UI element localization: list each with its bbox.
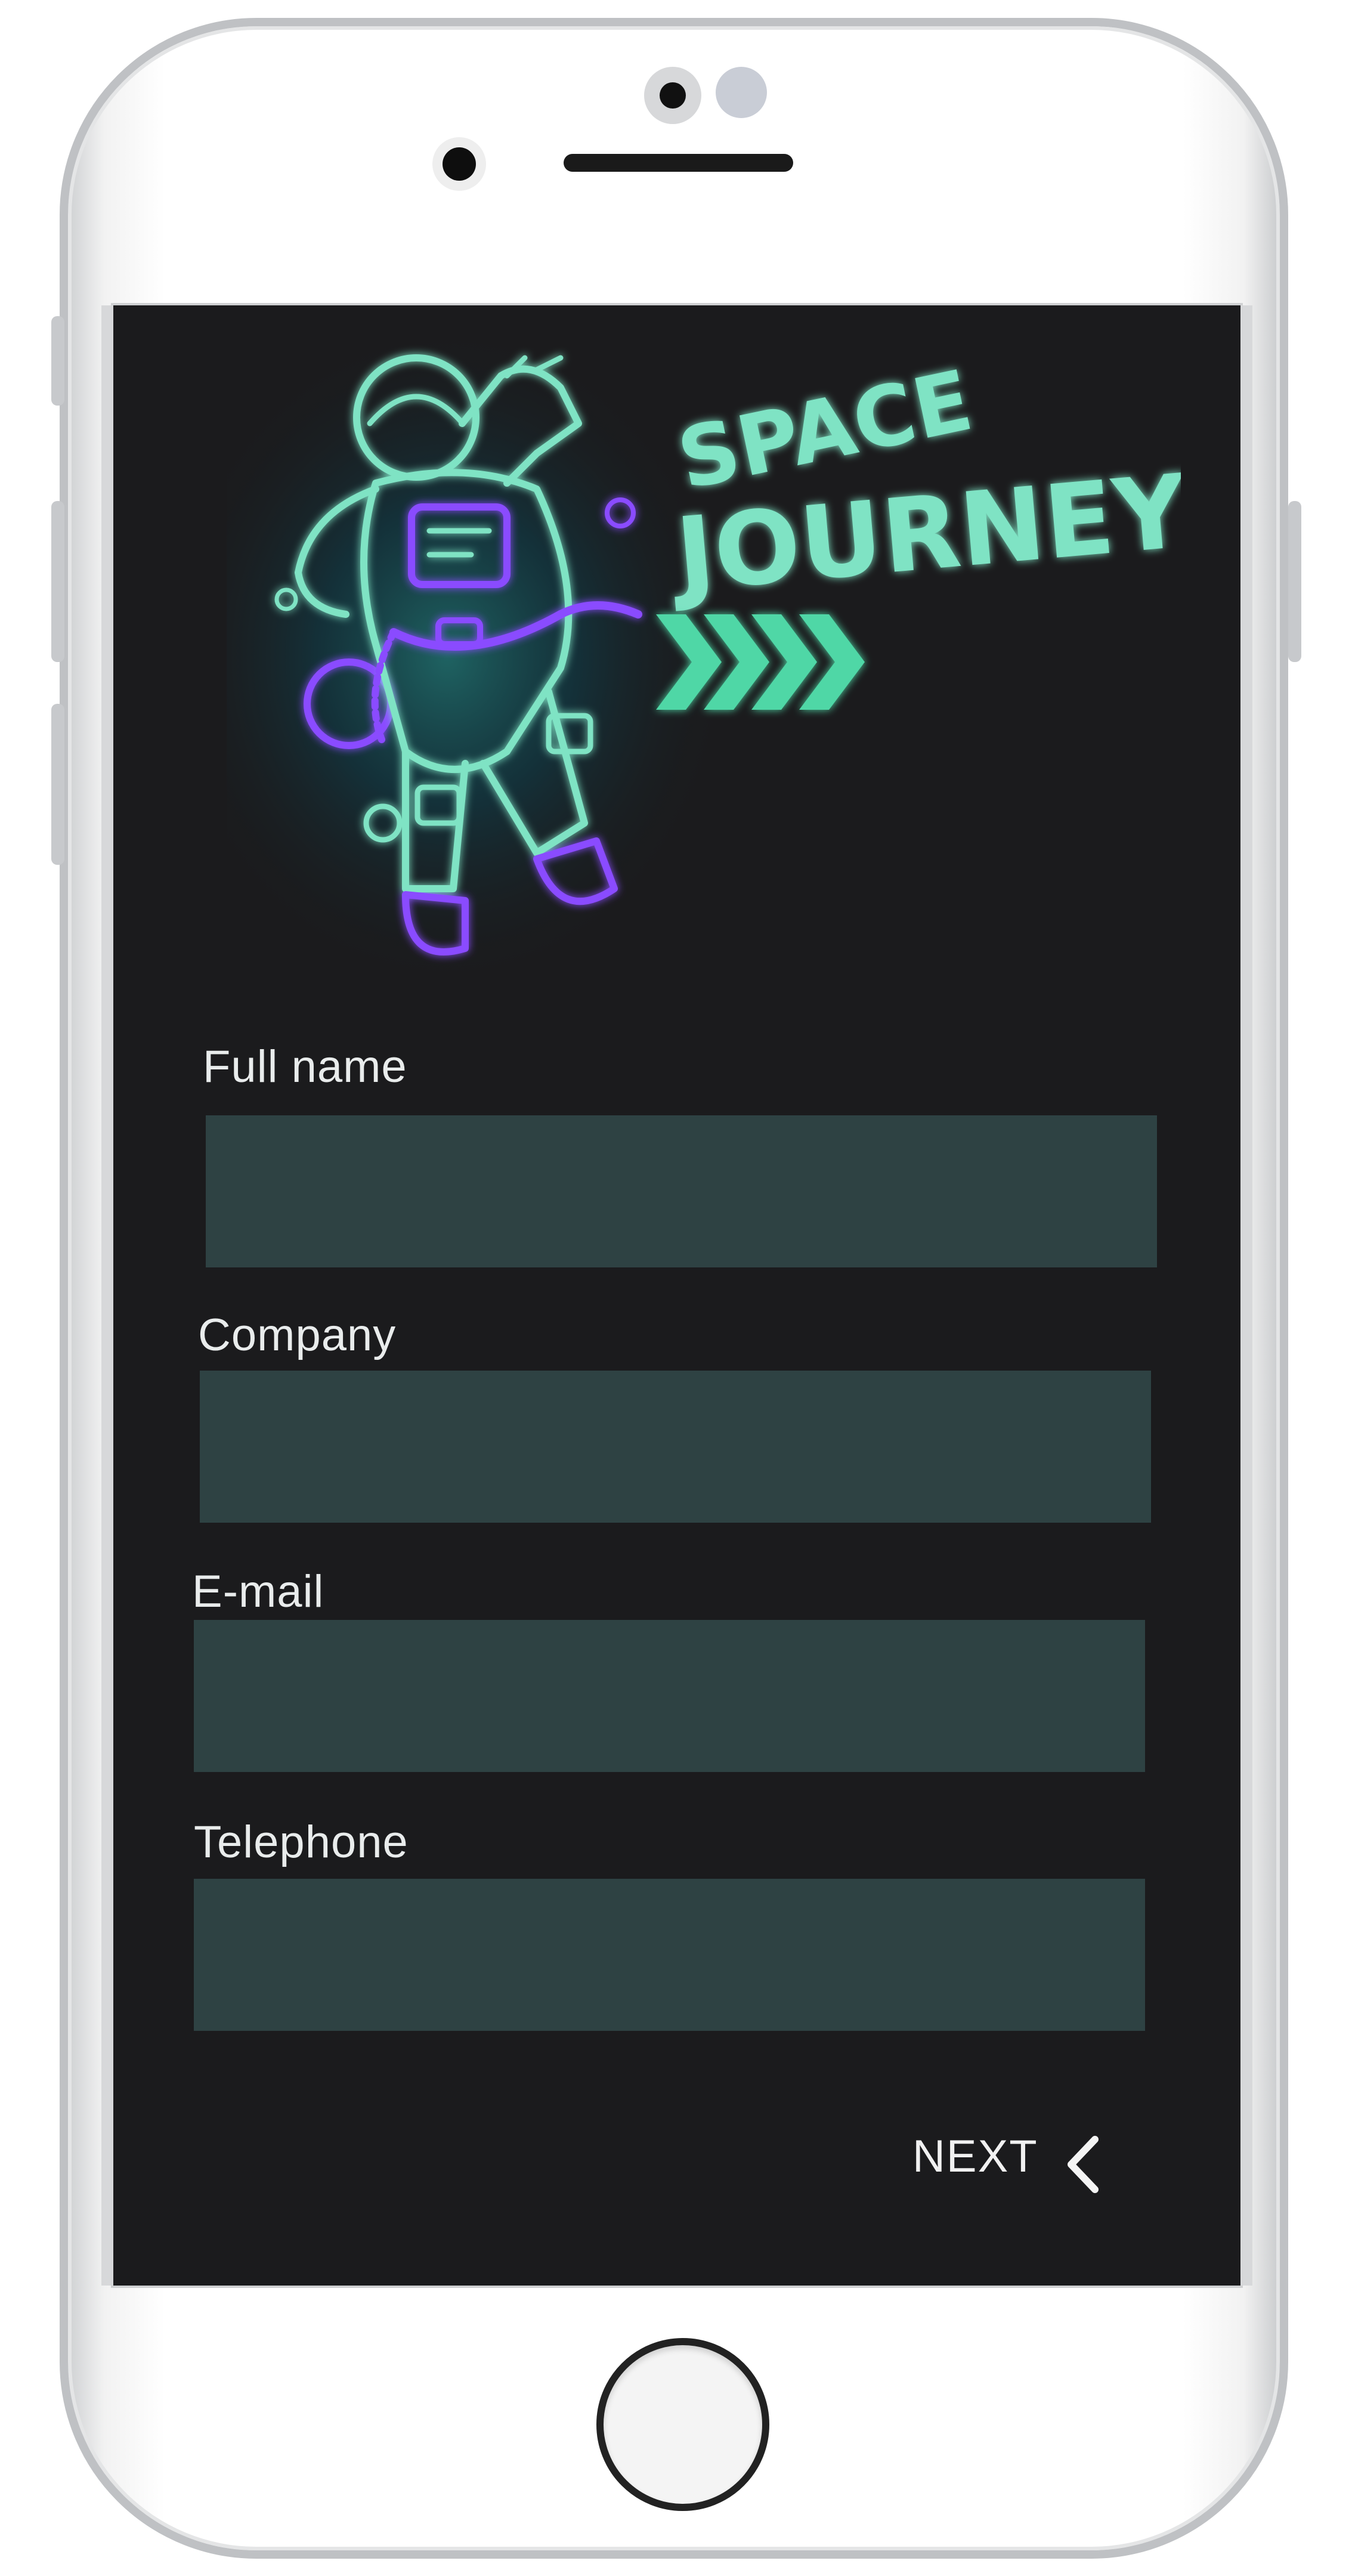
email-input[interactable] — [194, 1620, 1145, 1772]
screen-edge-left — [101, 305, 113, 2286]
company-input[interactable] — [200, 1371, 1151, 1523]
home-button[interactable] — [596, 2338, 769, 2511]
front-camera-lens — [660, 82, 686, 109]
power-button — [1288, 501, 1301, 662]
screen-edge-right — [1240, 305, 1252, 2286]
full-name-label: Full name — [203, 1041, 407, 1092]
full-name-input[interactable] — [206, 1115, 1157, 1267]
email-label: E-mail — [192, 1566, 324, 1617]
telephone-input[interactable] — [194, 1879, 1145, 2031]
company-label: Company — [198, 1310, 397, 1360]
astronaut-glow — [227, 334, 734, 990]
facetime-camera-lens — [443, 147, 476, 181]
space-journey-hero: SPACE JOURNEY — [227, 334, 1181, 990]
chevron-left-icon — [1067, 2136, 1099, 2193]
next-label: NEXT — [912, 2130, 1038, 2182]
volume-down-button — [51, 704, 64, 865]
title-logo: SPACE JOURNEY — [666, 352, 1181, 615]
volume-up-button — [51, 501, 64, 662]
telephone-label: Telephone — [194, 1817, 409, 1867]
earpiece-speaker — [564, 154, 793, 172]
mute-switch — [51, 316, 64, 406]
next-button[interactable]: NEXT — [912, 2111, 1104, 2201]
proximity-sensor — [716, 67, 767, 118]
